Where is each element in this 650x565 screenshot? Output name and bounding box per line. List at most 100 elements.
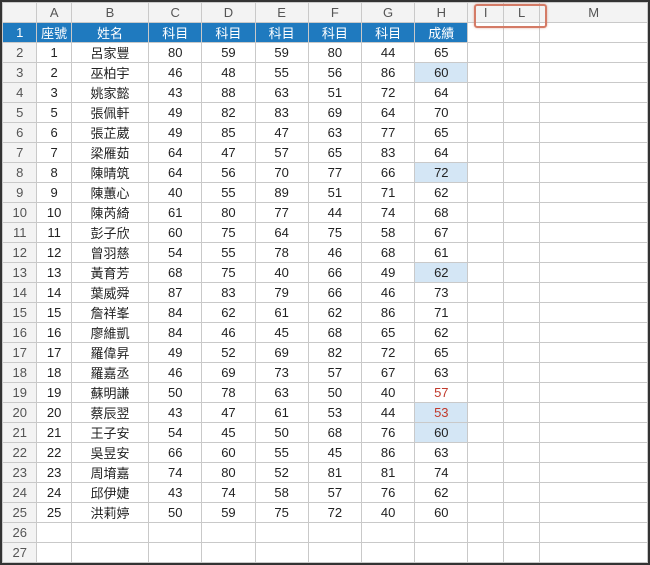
cell[interactable] (468, 343, 503, 363)
cell[interactable]: 60 (415, 63, 468, 83)
cell[interactable]: 9 (37, 183, 71, 203)
cell[interactable] (468, 523, 503, 543)
header-cell[interactable]: 座號 (37, 23, 71, 43)
cell[interactable] (468, 183, 503, 203)
cell[interactable]: 69 (202, 363, 255, 383)
cell[interactable]: 曾羽慈 (71, 243, 148, 263)
cell[interactable]: 63 (255, 83, 308, 103)
cell[interactable]: 2 (37, 63, 71, 83)
cell[interactable]: 64 (415, 143, 468, 163)
cell[interactable] (540, 23, 648, 43)
cell[interactable] (468, 23, 503, 43)
cell[interactable]: 63 (415, 443, 468, 463)
header-cell[interactable]: 姓名 (71, 23, 148, 43)
cell[interactable] (468, 543, 503, 563)
cell[interactable]: 62 (308, 303, 361, 323)
cell[interactable]: 57 (255, 143, 308, 163)
cell[interactable]: 60 (149, 223, 202, 243)
cell[interactable]: 張佩軒 (71, 103, 148, 123)
col-header[interactable]: C (149, 3, 202, 23)
cell[interactable]: 43 (149, 403, 202, 423)
cell[interactable]: 78 (255, 243, 308, 263)
row-header[interactable]: 13 (3, 263, 37, 283)
cell[interactable]: 73 (255, 363, 308, 383)
cell[interactable] (503, 103, 540, 123)
cell[interactable]: 64 (149, 143, 202, 163)
header-cell[interactable]: 科目 (255, 23, 308, 43)
cell[interactable]: 76 (361, 423, 414, 443)
row-header[interactable]: 15 (3, 303, 37, 323)
cell[interactable] (503, 243, 540, 263)
cell[interactable]: 40 (149, 183, 202, 203)
cell[interactable]: 黃育芳 (71, 263, 148, 283)
row-header[interactable]: 7 (3, 143, 37, 163)
cell[interactable]: 47 (202, 143, 255, 163)
cell[interactable] (540, 203, 648, 223)
cell[interactable]: 65 (361, 323, 414, 343)
cell[interactable] (503, 203, 540, 223)
cell[interactable] (468, 403, 503, 423)
cell[interactable] (540, 183, 648, 203)
cell[interactable] (468, 463, 503, 483)
cell[interactable]: 84 (149, 303, 202, 323)
cell[interactable]: 廖維凱 (71, 323, 148, 343)
cell[interactable]: 79 (255, 283, 308, 303)
row-header[interactable]: 21 (3, 423, 37, 443)
cell[interactable] (503, 423, 540, 443)
col-header[interactable]: L (503, 3, 540, 23)
cell[interactable]: 陳芮綺 (71, 203, 148, 223)
cell[interactable]: 59 (255, 43, 308, 63)
cell[interactable] (503, 263, 540, 283)
cell[interactable] (255, 543, 308, 563)
cell[interactable]: 50 (308, 383, 361, 403)
cell[interactable]: 45 (202, 423, 255, 443)
cell[interactable]: 62 (415, 483, 468, 503)
cell[interactable]: 89 (255, 183, 308, 203)
cell[interactable]: 22 (37, 443, 71, 463)
cell[interactable]: 70 (255, 163, 308, 183)
cell[interactable] (202, 523, 255, 543)
cell[interactable] (468, 203, 503, 223)
cell[interactable]: 74 (361, 203, 414, 223)
cell[interactable]: 61 (415, 243, 468, 263)
cell[interactable]: 73 (415, 283, 468, 303)
cell[interactable] (540, 463, 648, 483)
cell[interactable]: 68 (149, 263, 202, 283)
cell[interactable]: 83 (202, 283, 255, 303)
cell[interactable] (540, 303, 648, 323)
row-header[interactable]: 4 (3, 83, 37, 103)
row-header[interactable]: 16 (3, 323, 37, 343)
cell[interactable] (503, 223, 540, 243)
cell[interactable]: 洪莉婷 (71, 503, 148, 523)
cell[interactable]: 71 (361, 183, 414, 203)
col-header[interactable]: A (37, 3, 71, 23)
cell[interactable] (415, 543, 468, 563)
cell[interactable]: 47 (255, 123, 308, 143)
cell[interactable]: 3 (37, 83, 71, 103)
cell[interactable]: 66 (308, 283, 361, 303)
row-header[interactable]: 25 (3, 503, 37, 523)
cell[interactable]: 56 (308, 63, 361, 83)
cell[interactable]: 55 (202, 183, 255, 203)
spreadsheet-grid[interactable]: A B C D E F G H I L M 1座號姓名科目科目科目科目科目成績2… (2, 2, 648, 563)
cell[interactable] (308, 543, 361, 563)
cell[interactable]: 81 (361, 463, 414, 483)
cell[interactable] (540, 263, 648, 283)
cell[interactable]: 45 (308, 443, 361, 463)
cell[interactable] (468, 323, 503, 343)
cell[interactable]: 58 (361, 223, 414, 243)
cell[interactable]: 呂家豐 (71, 43, 148, 63)
cell[interactable] (503, 543, 540, 563)
cell[interactable] (540, 243, 648, 263)
row-header[interactable]: 9 (3, 183, 37, 203)
cell[interactable]: 17 (37, 343, 71, 363)
cell[interactable]: 74 (415, 463, 468, 483)
cell[interactable]: 87 (149, 283, 202, 303)
cell[interactable]: 25 (37, 503, 71, 523)
cell[interactable] (149, 523, 202, 543)
cell[interactable]: 64 (415, 83, 468, 103)
cell[interactable]: 54 (149, 423, 202, 443)
cell[interactable]: 15 (37, 303, 71, 323)
cell[interactable]: 65 (308, 143, 361, 163)
cell[interactable]: 86 (361, 63, 414, 83)
